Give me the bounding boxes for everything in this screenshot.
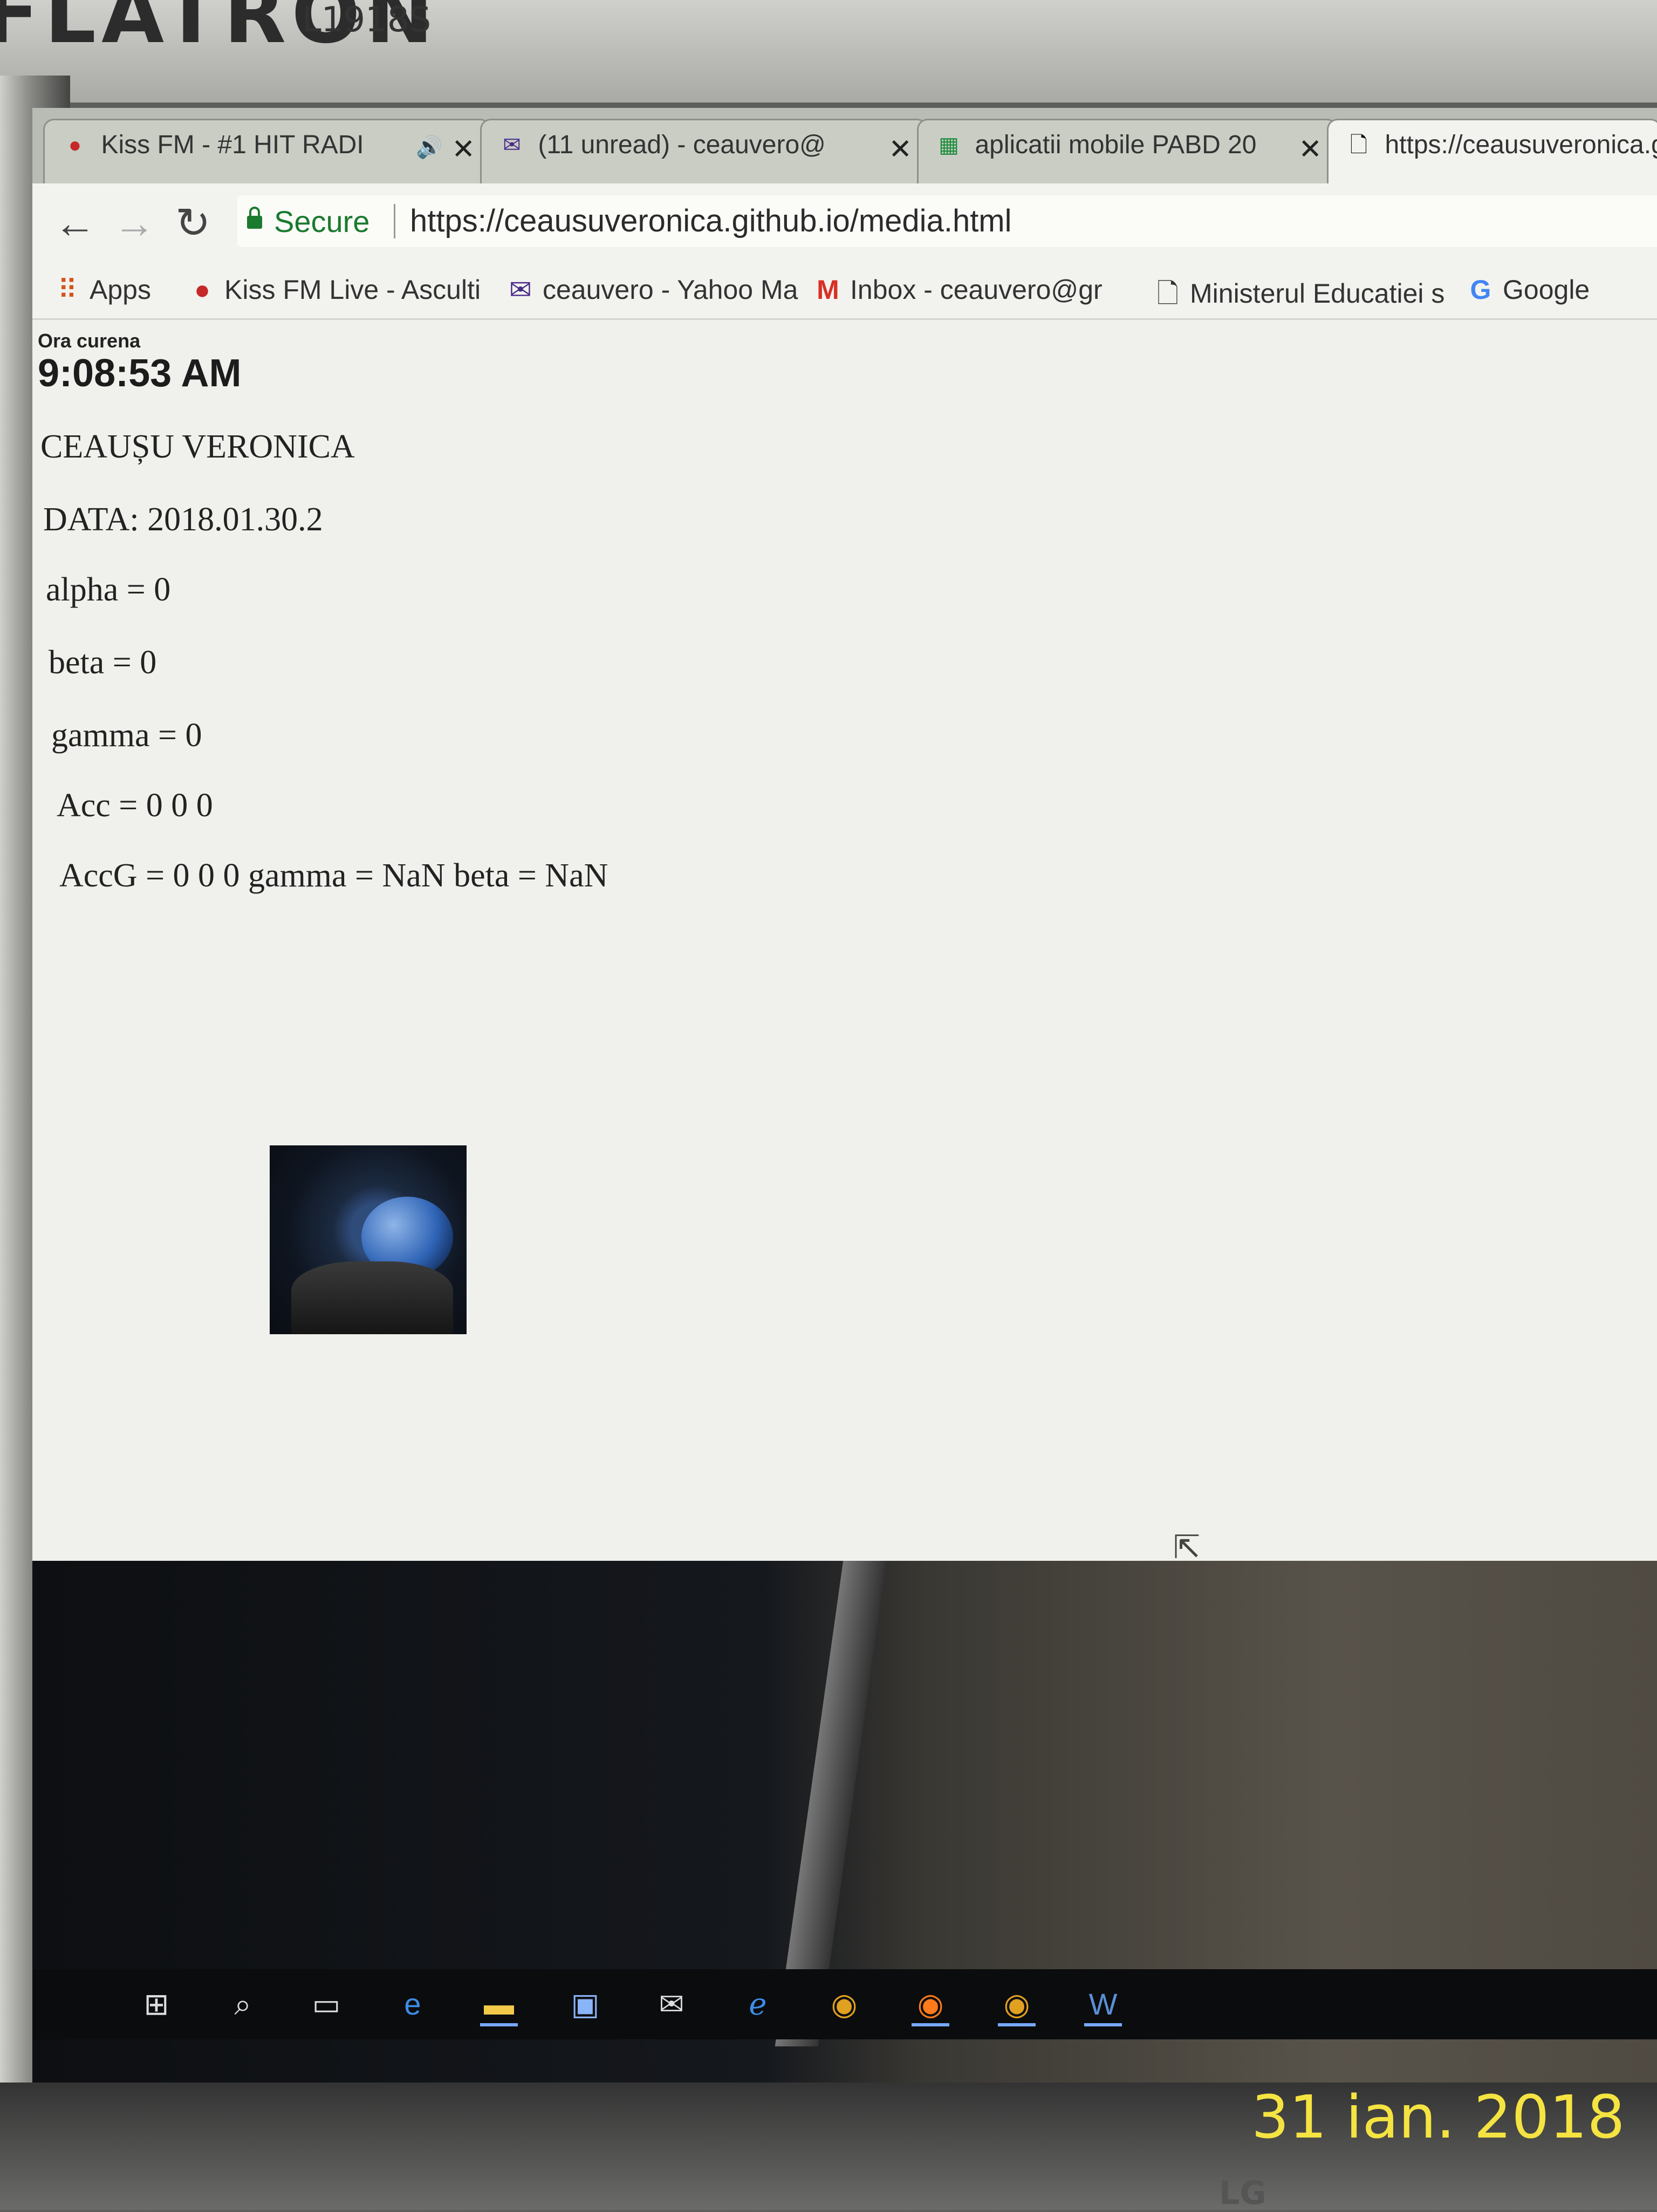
sheets-icon: ▦ bbox=[939, 133, 959, 157]
tab-title: https://ceausuveronica.g bbox=[1385, 131, 1657, 159]
firefox-icon[interactable]: ◉ bbox=[912, 1985, 949, 2026]
bookmark-ministerul[interactable]: 🗋 Ministerul Educatiei s bbox=[1154, 274, 1445, 320]
edge-icon[interactable]: e bbox=[394, 1985, 432, 2023]
page-icon: 🗋 bbox=[1350, 133, 1368, 157]
close-tab-icon[interactable]: ✕ bbox=[1298, 133, 1322, 166]
tab-title: aplicatii mobile PABD 20 bbox=[975, 131, 1257, 159]
close-tab-icon[interactable]: ✕ bbox=[451, 133, 475, 166]
file-explorer-icon[interactable]: ▬ bbox=[480, 1985, 518, 2026]
beta-value: beta = 0 bbox=[49, 644, 157, 681]
chrome-icon[interactable]: ◉ bbox=[825, 1985, 863, 2023]
earth-image bbox=[270, 1145, 467, 1334]
mail-icon: ✉ bbox=[503, 133, 521, 157]
google-icon: G bbox=[1470, 275, 1491, 305]
bookmark-label: Apps bbox=[90, 275, 151, 305]
acc-value: Acc = 0 0 0 bbox=[57, 787, 213, 824]
search-icon[interactable]: ⌕ bbox=[224, 1985, 262, 2023]
gamma-value: gamma = 0 bbox=[51, 717, 202, 754]
audio-playing-icon[interactable]: 🔊 bbox=[416, 134, 443, 160]
yahoo-mail-icon: ✉ bbox=[509, 275, 532, 305]
tab-title: (11 unread) - ceauvero@ bbox=[538, 131, 826, 159]
monitor-bezel-top: FLATRON L1918S bbox=[0, 0, 1657, 103]
bookmark-google[interactable]: G Google bbox=[1467, 274, 1590, 305]
reload-icon[interactable]: ↻ bbox=[175, 199, 210, 248]
screen: ● Kiss FM - #1 HIT RADI 🔊 ✕ ✉ (11 unread… bbox=[32, 108, 1657, 2083]
monitor-model: L1918S bbox=[302, 0, 432, 40]
lock-icon bbox=[247, 207, 262, 229]
gmail-icon: M bbox=[817, 275, 839, 305]
store-icon[interactable]: ▣ bbox=[566, 1985, 604, 2023]
page-icon: 🗋 bbox=[1156, 278, 1179, 309]
bookmarks-bar: ⠿ Apps ● Kiss FM Live - Asculti ✉ ceauvero … bbox=[32, 259, 1657, 320]
bookmark-kissfm[interactable]: ● Kiss FM Live - Asculti bbox=[189, 274, 481, 305]
chrome-icon[interactable]: ◉ bbox=[998, 1985, 1036, 2026]
tab-mail[interactable]: ✉ (11 unread) - ceauvero@ ✕ bbox=[480, 119, 928, 183]
alpha-value: alpha = 0 bbox=[46, 571, 171, 608]
photo-date-stamp: 31 ian. 2018 bbox=[1251, 2083, 1625, 2152]
tab-active-page[interactable]: 🗋 https://ceausuveronica.g bbox=[1327, 119, 1657, 183]
bookmark-label: ceauvero - Yahoo Ma bbox=[543, 275, 798, 305]
windows-taskbar: ⊞ ⌕ ▭ e ▬ ▣ ✉ ℯ ◉ ◉ ◉ W bbox=[32, 1969, 1657, 2039]
accg-value: AccG = 0 0 0 gamma = NaN beta = NaN bbox=[59, 857, 608, 894]
windows-start-icon[interactable]: ⊞ bbox=[138, 1985, 175, 2023]
task-view-icon[interactable]: ▭ bbox=[307, 1985, 345, 2023]
author-name: CEAUȘU VERONICA bbox=[40, 428, 355, 465]
mail-icon[interactable]: ✉ bbox=[653, 1985, 690, 2023]
close-tab-icon[interactable]: ✕ bbox=[888, 133, 912, 166]
clock-label: Ora curena bbox=[38, 330, 141, 352]
kissfm-icon: ● bbox=[194, 275, 211, 305]
bookmark-label: Google bbox=[1503, 275, 1590, 305]
bookmark-label: Ministerul Educatiei s bbox=[1190, 278, 1445, 309]
tab-title: Kiss FM - #1 HIT RADI bbox=[101, 131, 364, 159]
bookmark-label: Kiss FM Live - Asculti bbox=[224, 275, 481, 305]
bookmark-yahoo-mail[interactable]: ✉ ceauvero - Yahoo Ma bbox=[507, 274, 798, 305]
monitor-logo: LG bbox=[1219, 2174, 1266, 2212]
tab-kissfm[interactable]: ● Kiss FM - #1 HIT RADI 🔊 ✕ bbox=[43, 119, 491, 183]
back-icon[interactable]: ← bbox=[54, 199, 96, 248]
clock-time: 9:08:53 AM bbox=[38, 352, 242, 395]
apps-grid-icon: ⠿ bbox=[57, 275, 78, 305]
word-icon[interactable]: W bbox=[1084, 1985, 1122, 2026]
foreground-rock bbox=[291, 1261, 453, 1334]
bookmark-label: Inbox - ceauvero@gr bbox=[850, 275, 1103, 305]
tab-sheets[interactable]: ▦ aplicatii mobile PABD 20 ✕ bbox=[917, 119, 1338, 183]
url-text[interactable]: https://ceausuveronica.github.io/media.h… bbox=[410, 203, 1012, 239]
secure-label: Secure bbox=[274, 204, 370, 238]
bookmark-gmail[interactable]: M Inbox - ceauvero@gr bbox=[814, 274, 1103, 305]
page-content: Ora curena 9:08:53 AM CEAUȘU VERONICA DA… bbox=[32, 320, 1657, 1565]
forward-icon[interactable]: → bbox=[113, 199, 155, 248]
browser-toolbar: ← → ↻ Secure https://ceausuveronica.gith… bbox=[32, 183, 1657, 259]
tab-strip: ● Kiss FM - #1 HIT RADI 🔊 ✕ ✉ (11 unread… bbox=[32, 108, 1657, 183]
internet-explorer-icon[interactable]: ℯ bbox=[739, 1985, 777, 2023]
kissfm-icon: ● bbox=[68, 133, 82, 157]
omnibox-divider bbox=[394, 204, 395, 238]
bookmark-apps[interactable]: ⠿ Apps bbox=[54, 274, 151, 305]
address-bar[interactable]: Secure https://ceausuveronica.github.io/… bbox=[237, 195, 1657, 247]
date-line: DATA: 2018.01.30.2 bbox=[43, 501, 323, 538]
